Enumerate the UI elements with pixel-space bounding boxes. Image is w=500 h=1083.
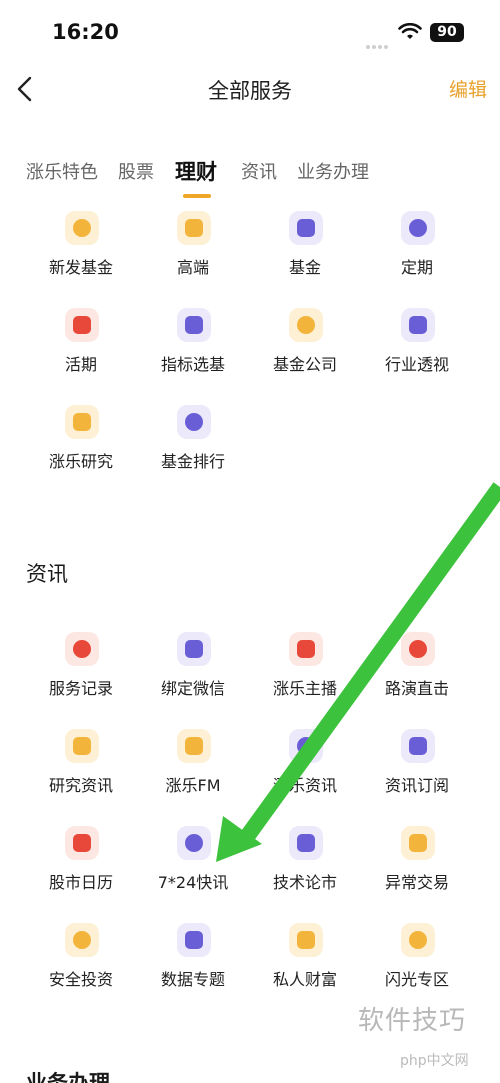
service-item-label: 闪光专区 [384, 970, 449, 989]
service-item[interactable]: 研究资讯 [25, 729, 137, 809]
service-item-label: 资讯订阅 [384, 776, 449, 795]
star-icon [401, 923, 435, 957]
service-item[interactable]: 绑定微信 [137, 632, 249, 712]
service-item[interactable]: 高端 [137, 211, 249, 291]
service-item[interactable]: 基金排行 [137, 405, 249, 485]
battery-indicator: 90 [430, 23, 464, 42]
service-item[interactable]: 涨乐FM [137, 729, 249, 809]
service-item[interactable]: 技术论市 [249, 826, 361, 906]
building-icon [289, 308, 323, 342]
pen-icon [289, 632, 323, 666]
service-item-label: 异常交易 [384, 873, 449, 892]
service-item-label: 绑定微信 [160, 679, 225, 698]
service-item-label: 安全投资 [48, 970, 113, 989]
status-bar: 16:20 90 [0, 0, 500, 66]
service-item[interactable]: 数据专题 [137, 923, 249, 1003]
yuan-coin-icon [65, 308, 99, 342]
trend-icon [401, 632, 435, 666]
service-item[interactable]: 资讯订阅 [361, 729, 473, 809]
service-item[interactable]: 活期 [25, 308, 137, 388]
wifi-icon [398, 23, 422, 39]
service-item-label: 高端 [176, 258, 209, 277]
signal-icon [366, 34, 392, 49]
service-item-label: 活期 [64, 355, 97, 374]
diamond-icon [177, 211, 211, 245]
service-item-label: 涨乐资讯 [272, 776, 337, 795]
shield-yuan-icon [65, 923, 99, 957]
service-item-label: 指标选基 [160, 355, 225, 374]
service-item[interactable]: 异常交易 [361, 826, 473, 906]
service-item-label: 行业透视 [384, 355, 449, 374]
nav-bar: 全部服务 编辑 [0, 66, 500, 112]
tab-wealth-management[interactable]: 理财 [175, 156, 217, 186]
edit-icon [289, 826, 323, 860]
status-time: 16:20 [52, 20, 119, 44]
service-item[interactable]: 路演直击 [361, 632, 473, 712]
book-icon [65, 405, 99, 439]
calendar-icon [65, 826, 99, 860]
page-title: 全部服务 [208, 79, 292, 103]
tab-zhangle-features[interactable]: 涨乐特色 [26, 158, 98, 184]
service-item-label: 7*24快讯 [157, 873, 229, 892]
service-item[interactable]: 新发基金 [25, 211, 137, 291]
document-icon [65, 729, 99, 763]
business-section-title: 业务办理 [26, 1071, 110, 1083]
service-item-label: 路演直击 [384, 679, 449, 698]
service-item-label: 技术论市 [272, 873, 337, 892]
service-item[interactable]: 基金公司 [249, 308, 361, 388]
service-item[interactable]: 安全投资 [25, 923, 137, 1003]
service-item-label: 基金公司 [272, 355, 337, 374]
service-item-label: 私人财富 [272, 970, 337, 989]
service-item-label: 数据专题 [160, 970, 225, 989]
new-fund-icon [65, 211, 99, 245]
indicator-icon [177, 308, 211, 342]
service-item[interactable]: 基金 [249, 211, 361, 291]
service-item[interactable]: 行业透视 [361, 308, 473, 388]
service-item-label: 涨乐FM [165, 776, 221, 795]
news-section-title: 资讯 [26, 562, 68, 586]
service-item[interactable]: 7*24快讯 [137, 826, 249, 906]
service-item[interactable]: 涨乐主播 [249, 632, 361, 712]
service-item-label: 研究资讯 [48, 776, 113, 795]
service-item-label: 服务记录 [48, 679, 113, 698]
tab-news[interactable]: 资讯 [241, 158, 277, 184]
service-item-label: 涨乐研究 [48, 452, 113, 471]
watermark-text: 软件技巧 [358, 1006, 467, 1036]
service-item-label: 股市日历 [48, 873, 113, 892]
heart-icon [65, 632, 99, 666]
watermark-site: php中文网 [400, 1053, 469, 1069]
edit-button[interactable]: 编辑 [449, 75, 487, 102]
pot-icon [289, 923, 323, 957]
wechat-icon [177, 632, 211, 666]
news-icon [289, 729, 323, 763]
service-item-label: 基金排行 [160, 452, 225, 471]
fund-icon [289, 211, 323, 245]
category-tabs: 涨乐特色 股票 理财 资讯 业务办理 [0, 152, 500, 204]
ranking-icon [177, 405, 211, 439]
clock-icon [401, 211, 435, 245]
service-item[interactable]: 服务记录 [25, 632, 137, 712]
service-item-label: 涨乐主播 [272, 679, 337, 698]
industry-chart-icon [401, 308, 435, 342]
service-item[interactable]: 涨乐资讯 [249, 729, 361, 809]
tab-stocks[interactable]: 股票 [118, 158, 154, 184]
data-chart-icon [177, 923, 211, 957]
tab-business[interactable]: 业务办理 [297, 158, 369, 184]
active-tab-indicator [183, 194, 211, 198]
bookmark-icon [401, 729, 435, 763]
service-item-label: 基金 [288, 258, 321, 277]
radio-icon [177, 729, 211, 763]
service-item[interactable]: 指标选基 [137, 308, 249, 388]
service-item-label: 新发基金 [48, 258, 113, 277]
flash-news-icon [177, 826, 211, 860]
service-item[interactable]: 涨乐研究 [25, 405, 137, 485]
service-item[interactable]: 闪光专区 [361, 923, 473, 1003]
service-item[interactable]: 股市日历 [25, 826, 137, 906]
service-item[interactable]: 定期 [361, 211, 473, 291]
service-item-label: 定期 [400, 258, 433, 277]
service-item[interactable]: 私人财富 [249, 923, 361, 1003]
alert-icon [401, 826, 435, 860]
